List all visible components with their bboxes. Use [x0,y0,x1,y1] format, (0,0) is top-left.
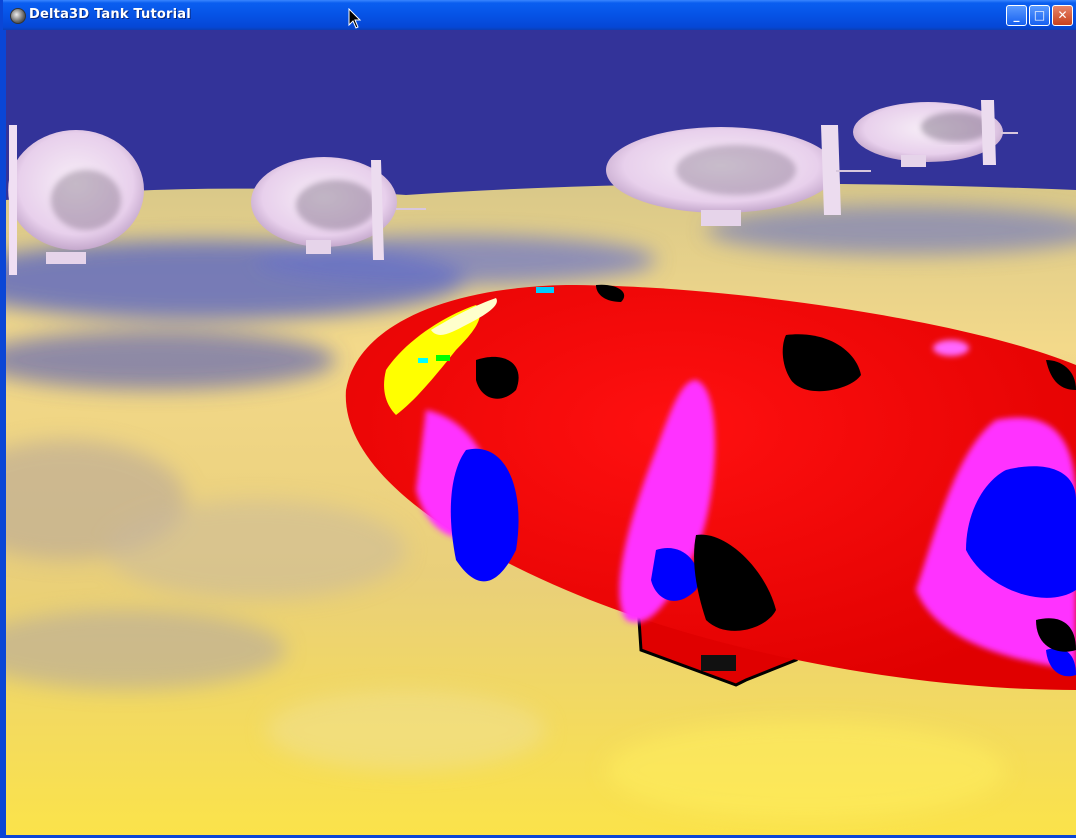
minimize-button[interactable]: _ [1006,5,1027,26]
app-window: Delta3D Tank Tutorial _ □ ✕ [0,0,1076,838]
maximize-button[interactable]: □ [1029,5,1050,26]
3d-viewport[interactable] [6,30,1076,835]
window-title: Delta3D Tank Tutorial [29,7,191,22]
mouse-cursor-icon [348,8,362,29]
scene-canvas[interactable] [6,30,1076,835]
title-bar[interactable]: Delta3D Tank Tutorial _ □ ✕ [3,0,1076,30]
app-icon[interactable] [10,8,26,24]
close-button[interactable]: ✕ [1052,5,1073,26]
